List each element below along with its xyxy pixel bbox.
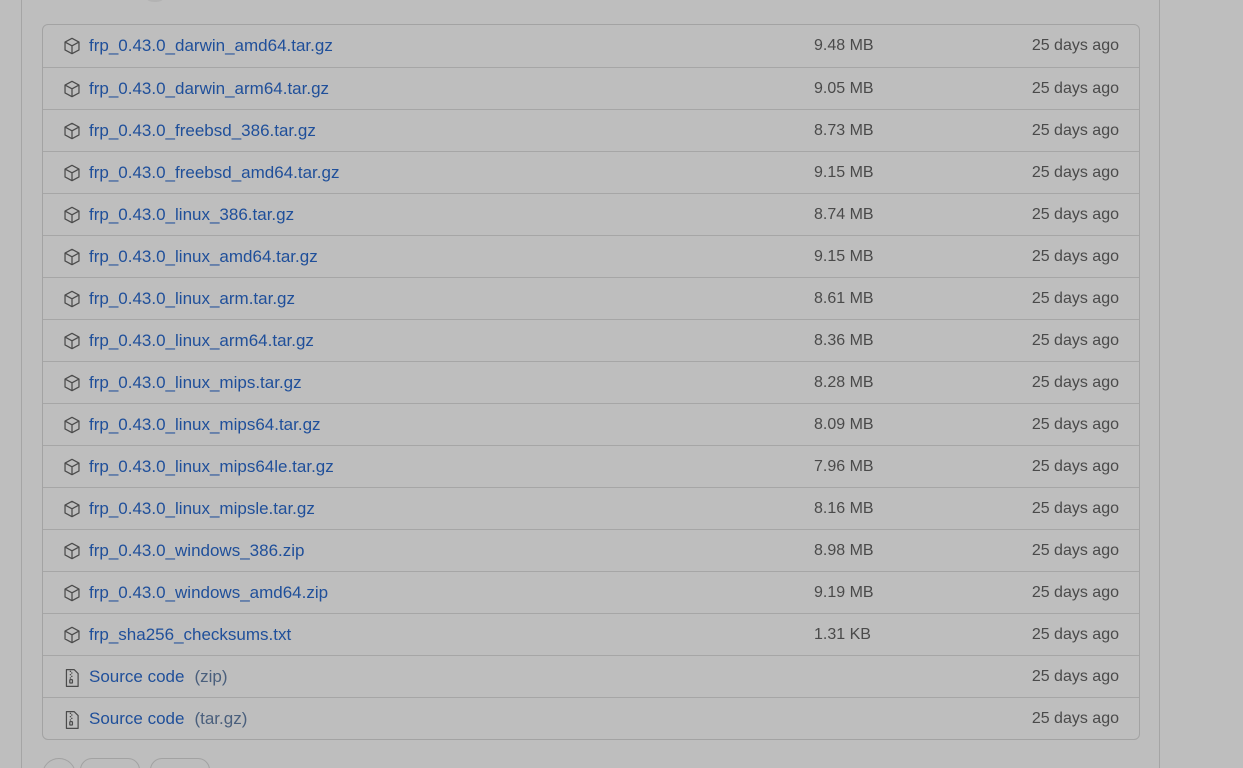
package-icon (63, 122, 83, 142)
asset-date: 25 days ago (1031, 584, 1119, 601)
asset-date: 25 days ago (1031, 122, 1119, 139)
package-icon (63, 374, 83, 394)
package-icon (63, 500, 83, 520)
asset-link[interactable]: frp_0.43.0_windows_amd64.zip (89, 572, 328, 614)
release-page: frp_0.43.0_darwin_amd64.tar.gz 9.48 MB 25 … (0, 0, 1243, 768)
asset-size: 9.15 MB (814, 248, 874, 265)
asset-link[interactable]: frp_0.43.0_linux_arm.tar.gz (89, 278, 295, 320)
asset-date: 25 days ago (1031, 626, 1119, 643)
asset-row: frp_0.43.0_linux_386.tar.gz 8.74 MB 25 day… (43, 193, 1139, 235)
asset-link[interactable]: frp_0.43.0_linux_386.tar.gz (89, 194, 294, 236)
asset-row: frp_0.43.0_freebsd_386.tar.gz 8.73 MB 25 d… (43, 109, 1139, 151)
asset-row: frp_0.43.0_darwin_amd64.tar.gz 9.48 MB 25 … (43, 25, 1139, 67)
asset-row: frp_0.43.0_linux_mips64le.tar.gz 7.96 MB 2… (43, 445, 1139, 487)
asset-row: frp_0.43.0_freebsd_amd64.tar.gz 9.15 MB 25… (43, 151, 1139, 193)
asset-date: 25 days ago (1031, 332, 1119, 349)
asset-link[interactable]: frp_0.43.0_linux_mips64.tar.gz (89, 404, 321, 446)
source-code-row: Source code (tar.gz) 25 days ago (43, 697, 1139, 739)
asset-size: 9.48 MB (814, 37, 874, 54)
reaction-pill[interactable] (80, 758, 140, 768)
asset-date: 25 days ago (1031, 458, 1119, 475)
asset-row: frp_0.43.0_linux_mips64.tar.gz 8.09 MB 25 … (43, 403, 1139, 445)
asset-link[interactable]: frp_0.43.0_darwin_arm64.tar.gz (89, 68, 329, 110)
asset-row: frp_0.43.0_linux_amd64.tar.gz 9.15 MB 25 d… (43, 235, 1139, 277)
assets-list: frp_0.43.0_darwin_amd64.tar.gz 9.48 MB 25 … (42, 24, 1140, 740)
asset-size: 9.15 MB (814, 164, 874, 181)
package-icon (63, 542, 83, 562)
source-code-label: Source code (89, 667, 185, 686)
asset-row: frp_0.43.0_linux_arm64.tar.gz 8.36 MB 25 d… (43, 319, 1139, 361)
asset-row: frp_sha256_checksums.txt 1.31 KB 25 days a… (43, 613, 1139, 655)
asset-size: 9.05 MB (814, 80, 874, 97)
asset-size: 8.74 MB (814, 206, 874, 223)
asset-size: 8.73 MB (814, 122, 874, 139)
package-icon (63, 206, 83, 226)
asset-link[interactable]: frp_0.43.0_linux_mips64le.tar.gz (89, 446, 334, 488)
asset-row: frp_0.43.0_linux_arm.tar.gz 8.61 MB 25 day… (43, 277, 1139, 319)
asset-link[interactable]: frp_0.43.0_linux_mipsle.tar.gz (89, 488, 315, 530)
asset-size: 8.16 MB (814, 500, 874, 517)
package-icon (63, 416, 83, 436)
asset-row: frp_0.43.0_windows_386.zip 8.98 MB 25 days… (43, 529, 1139, 571)
package-icon (63, 164, 83, 184)
asset-row: frp_0.43.0_linux_mips.tar.gz 8.28 MB 25 da… (43, 361, 1139, 403)
asset-size: 8.61 MB (814, 290, 874, 307)
asset-link[interactable]: frp_0.43.0_linux_arm64.tar.gz (89, 320, 314, 362)
asset-date: 25 days ago (1031, 248, 1119, 265)
source-code-format: (tar.gz) (194, 709, 248, 728)
source-code-link[interactable]: Source code (tar.gz) (89, 698, 247, 740)
package-icon (63, 248, 83, 268)
asset-size: 9.19 MB (814, 584, 874, 601)
package-icon (63, 458, 83, 478)
asset-size: 1.31 KB (814, 626, 871, 643)
asset-date: 25 days ago (1031, 500, 1119, 517)
source-code-format: (zip) (194, 667, 228, 686)
asset-link[interactable]: frp_0.43.0_windows_386.zip (89, 530, 304, 572)
asset-date: 25 days ago (1031, 416, 1119, 433)
asset-link[interactable]: frp_0.43.0_freebsd_amd64.tar.gz (89, 152, 339, 194)
package-icon (63, 290, 83, 310)
asset-date: 25 days ago (1031, 542, 1119, 559)
asset-link[interactable]: frp_0.43.0_freebsd_386.tar.gz (89, 110, 316, 152)
asset-link[interactable]: frp_0.43.0_linux_amd64.tar.gz (89, 236, 318, 278)
asset-date: 25 days ago (1031, 290, 1119, 307)
reaction-pill[interactable] (150, 758, 210, 768)
package-icon (63, 37, 83, 57)
asset-date: 25 days ago (1031, 710, 1119, 727)
asset-link[interactable]: frp_sha256_checksums.txt (89, 614, 291, 656)
asset-size: 8.98 MB (814, 542, 874, 559)
asset-size: 8.36 MB (814, 332, 874, 349)
asset-row: frp_0.43.0_darwin_arm64.tar.gz 9.05 MB 25 … (43, 67, 1139, 109)
source-code-link[interactable]: Source code (zip) (89, 656, 228, 698)
asset-date: 25 days ago (1031, 37, 1119, 54)
asset-row: frp_0.43.0_linux_mipsle.tar.gz 8.16 MB 25 … (43, 487, 1139, 529)
file-zip-icon (63, 668, 83, 688)
file-zip-icon (63, 710, 83, 730)
asset-row: frp_0.43.0_windows_amd64.zip 9.19 MB 25 da… (43, 571, 1139, 613)
asset-date: 25 days ago (1031, 668, 1119, 685)
asset-link[interactable]: frp_0.43.0_linux_mips.tar.gz (89, 362, 302, 404)
asset-date: 25 days ago (1031, 80, 1119, 97)
asset-date: 25 days ago (1031, 206, 1119, 223)
package-icon (63, 584, 83, 604)
asset-link[interactable]: frp_0.43.0_darwin_amd64.tar.gz (89, 25, 333, 67)
asset-date: 25 days ago (1031, 374, 1119, 391)
asset-size: 8.28 MB (814, 374, 874, 391)
package-icon (63, 626, 83, 646)
asset-size: 8.09 MB (814, 416, 874, 433)
source-code-label: Source code (89, 709, 185, 728)
package-icon (63, 332, 83, 352)
asset-size: 7.96 MB (814, 458, 874, 475)
asset-date: 25 days ago (1031, 164, 1119, 181)
package-icon (63, 80, 83, 100)
source-code-row: Source code (zip) 25 days ago (43, 655, 1139, 697)
